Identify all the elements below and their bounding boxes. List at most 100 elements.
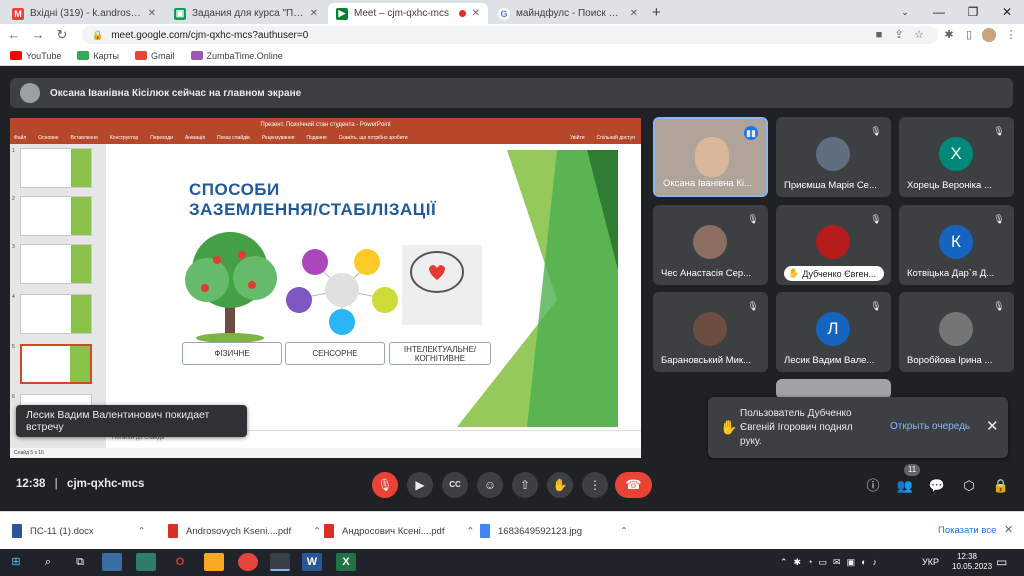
category-box: ФІЗИЧНЕ <box>182 342 282 365</box>
search-icon[interactable]: ⌕ <box>38 553 58 571</box>
system-tray-icons[interactable]: ⌃✱◔▭✉▣◐♪ <box>780 557 883 568</box>
url-input[interactable]: 🔒 meet.google.com/cjm-qxhc-mcs?authuser=… <box>82 26 938 44</box>
excel-icon[interactable]: X <box>336 553 356 571</box>
more-options-button[interactable]: ⋮ <box>582 472 608 498</box>
minimize-button[interactable]: — <box>922 0 956 24</box>
chevron-up-icon[interactable]: ⌃ <box>466 526 474 537</box>
opera-icon[interactable]: O <box>170 553 190 571</box>
mic-toggle-button[interactable]: 🎙 <box>372 472 398 498</box>
participant-tile[interactable]: 🎙 Приємша Марія Се... <box>776 117 891 197</box>
participant-name: Оксана Іванівна Кі... <box>663 178 752 189</box>
participant-tile[interactable]: 🎙 Воробйова Ірина ... <box>899 292 1014 372</box>
close-icon[interactable]: ✕ <box>148 8 156 19</box>
taskbar-clock[interactable]: 12:38 10.05.2023 <box>952 552 993 572</box>
menu-icon[interactable]: ⋮ <box>1004 28 1018 42</box>
close-icon[interactable]: ✕ <box>310 8 318 19</box>
chrome-icon[interactable] <box>238 553 258 571</box>
ribbon-tab: Рецензування <box>261 135 295 141</box>
tab-gmail[interactable]: M Вхідні (319) - k.androsovych@is ✕ <box>4 3 164 24</box>
bookmark-maps[interactable]: Карты <box>77 51 119 61</box>
participant-tile-partial[interactable] <box>776 379 891 399</box>
bookmark-zumba[interactable]: ZumbaTime.Online <box>190 51 283 61</box>
hand-raise-notification: ✋ Пользователь Дубченко Євгеній Ігорович… <box>708 397 1008 458</box>
bookmark-star-icon[interactable]: ☆ <box>912 28 926 42</box>
folder-icon[interactable] <box>204 553 224 571</box>
word-icon[interactable]: W <box>302 553 322 571</box>
show-all-button[interactable]: Показати все <box>938 525 996 536</box>
chevron-up-icon[interactable]: ⌃ <box>620 526 628 537</box>
tab-title: Задания для курса "Педагогічна <box>192 8 304 19</box>
raise-hand-button[interactable]: ✋ <box>547 472 573 498</box>
calculator-icon[interactable] <box>136 553 156 571</box>
participant-tile[interactable]: Л 🎙 Лесик Вадим Вале... <box>776 292 891 372</box>
close-icon[interactable]: ✕ <box>986 417 999 435</box>
download-filename: 1683649592123.jpg <box>498 525 583 537</box>
back-icon[interactable]: ← <box>6 27 22 43</box>
close-icon[interactable]: ✕ <box>630 8 638 19</box>
tab-search-icon[interactable]: ⌄ <box>888 0 922 24</box>
notifications-icon[interactable]: ▭ <box>996 555 1007 569</box>
chevron-up-icon[interactable]: ⌃ <box>138 526 146 537</box>
chrome-active-icon[interactable] <box>270 553 290 571</box>
participant-name: Хорець Вероніка ... <box>907 180 992 191</box>
tab-google-search[interactable]: G майндфулс - Поиск в Google ✕ <box>490 3 646 24</box>
share-icon[interactable]: ⇪ <box>892 28 906 42</box>
bookmark-youtube[interactable]: YouTube <box>10 51 61 61</box>
windows-start-icon[interactable]: ⊞ <box>6 553 26 571</box>
thumb-number: 5 <box>12 344 15 350</box>
leave-call-button[interactable]: ☎ <box>615 472 652 498</box>
profile-avatar[interactable] <box>982 28 996 42</box>
new-tab-button[interactable]: + <box>652 4 661 21</box>
download-item[interactable]: ПС-11 (1).docx ⌃ <box>12 521 146 541</box>
tab-meet[interactable]: ▶ Meet – cjm-qxhc-mcs ✕ <box>328 3 488 24</box>
tab-title: Вхідні (319) - k.androsovych@is <box>30 8 142 19</box>
ppt-title: Презент. Психічний стан студента - Power… <box>260 122 391 128</box>
slide-thumb <box>20 244 92 284</box>
participant-tile[interactable]: К 🎙 Котвіцька Дар`я Д... <box>899 205 1014 285</box>
avatar: Л <box>816 312 850 346</box>
maximize-button[interactable]: ❐ <box>956 0 990 24</box>
host-controls-button[interactable]: 🔒 <box>990 476 1012 496</box>
close-icon[interactable]: ✕ <box>1004 523 1013 536</box>
download-item[interactable]: Androsovych Kseni....pdf ⌃ <box>168 521 321 541</box>
meeting-code: cjm-qxhc-mcs <box>67 478 145 490</box>
close-window-button[interactable]: ✕ <box>990 0 1024 24</box>
download-item[interactable]: 1683649592123.jpg ⌃ <box>480 521 628 541</box>
captions-button[interactable]: CC <box>442 472 468 498</box>
store-icon[interactable] <box>102 553 122 571</box>
participant-tile[interactable]: 🎙 ✋ Дубченко Євген... <box>776 205 891 285</box>
open-queue-button[interactable]: Открыть очередь <box>890 421 970 432</box>
mic-off-icon: 🎙 <box>747 214 759 224</box>
tab-classroom[interactable]: ▣ Задания для курса "Педагогічна ✕ <box>166 3 326 24</box>
address-toolbar: ← → ↻ 🔒 meet.google.com/cjm-qxhc-mcs?aut… <box>0 24 1024 46</box>
chevron-up-icon[interactable]: ⌃ <box>313 526 321 537</box>
hand-raised-chip: ✋ Дубченко Євген... <box>784 266 884 281</box>
clock-date: 10.05.2023 <box>952 562 993 571</box>
tab-title: Meet – cjm-qxhc-mcs <box>354 8 450 19</box>
close-icon[interactable]: ✕ <box>472 8 480 19</box>
forward-icon[interactable]: → <box>30 27 46 43</box>
reactions-button[interactable]: ☺ <box>477 472 503 498</box>
mic-off-icon: 🎙 <box>377 478 393 492</box>
ppt-title-bar: Презент. Психічний стан студента - Power… <box>10 118 641 132</box>
participant-name: Барановський Мик... <box>661 355 751 366</box>
participant-tile[interactable]: ▮▮ Оксана Іванівна Кі... <box>653 117 768 197</box>
task-view-icon[interactable]: ⧉ <box>70 553 90 571</box>
sidepanel-icon[interactable]: ▯ <box>962 28 976 42</box>
people-button[interactable]: 👥 <box>894 476 916 496</box>
download-item[interactable]: Андросович Ксені....pdf ⌃ <box>324 521 474 541</box>
present-button[interactable]: ⇧ <box>512 472 538 498</box>
chat-button[interactable]: 💬 <box>926 476 948 496</box>
activities-button[interactable]: ⬡ <box>958 476 980 496</box>
reload-icon[interactable]: ↻ <box>54 27 70 43</box>
bookmark-gmail[interactable]: Gmail <box>135 51 175 61</box>
participant-tile[interactable]: Х 🎙 Хорець Вероніка ... <box>899 117 1014 197</box>
language-indicator[interactable]: УКР <box>922 557 939 567</box>
camera-icon[interactable]: ■ <box>872 28 886 42</box>
participant-tile[interactable]: 🎙 Чес Анастасія Сер... <box>653 205 768 285</box>
extensions-icon[interactable]: ✱ <box>942 28 956 42</box>
thumb-number: 3 <box>12 244 15 250</box>
info-button[interactable]: ⓘ <box>862 476 884 496</box>
participant-tile[interactable]: 🎙 Барановський Мик... <box>653 292 768 372</box>
camera-toggle-button[interactable]: ▶ <box>407 472 433 498</box>
